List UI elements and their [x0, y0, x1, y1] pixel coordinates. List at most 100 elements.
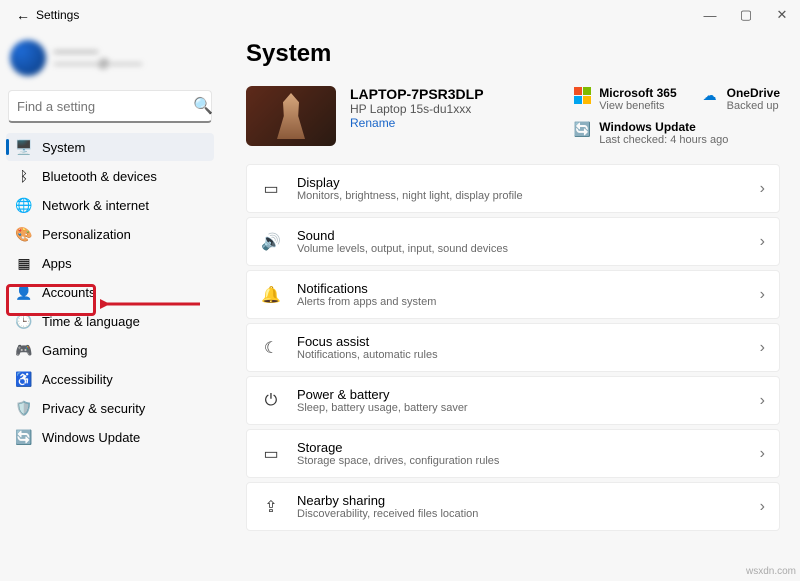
sidebar-item-network-internet[interactable]: 🌐 Network & internet [6, 191, 214, 219]
settings-card-storage[interactable]: ▭ StorageStorage space, drives, configura… [246, 429, 780, 478]
search-input[interactable] [17, 99, 193, 114]
sidebar-item-label: Apps [42, 256, 72, 271]
sidebar-item-personalization[interactable]: 🎨 Personalization [6, 220, 214, 248]
ms365-sub: View benefits [599, 100, 676, 112]
card-title: Notifications [297, 281, 744, 296]
update-sub: Last checked: 4 hours ago [599, 134, 728, 146]
nav-icon: 🌐 [16, 197, 32, 213]
sidebar-item-label: Privacy & security [42, 401, 145, 416]
sidebar-item-accounts[interactable]: 👤 Accounts [6, 278, 214, 306]
sidebar-item-bluetooth-devices[interactable]: ᛒ Bluetooth & devices [6, 162, 214, 190]
main-panel: System LAPTOP-7PSR3DLP HP Laptop 15s-du1… [220, 30, 800, 581]
onedrive-icon: ☁ [701, 86, 719, 104]
card-icon: 🔊 [261, 232, 281, 252]
sidebar-item-label: Accessibility [42, 372, 113, 387]
sidebar-item-privacy-security[interactable]: 🛡️ Privacy & security [6, 394, 214, 422]
sidebar-item-system[interactable]: 🖥️ System [6, 133, 214, 161]
nav-icon: ᛒ [16, 168, 32, 184]
card-subtitle: Sleep, battery usage, battery saver [297, 402, 744, 414]
onedrive-label: OneDrive [727, 86, 780, 100]
ms365-icon [573, 86, 591, 104]
sidebar-item-label: Personalization [42, 227, 131, 242]
window-title: Settings [36, 8, 692, 22]
card-icon: ⏻ [261, 392, 281, 410]
chevron-right-icon: › [760, 445, 765, 463]
settings-card-power-battery[interactable]: ⏻Power & batterySleep, battery usage, ba… [246, 376, 780, 425]
sidebar-item-apps[interactable]: ▦ Apps [6, 249, 214, 277]
settings-card-display[interactable]: ▭ DisplayMonitors, brightness, night ligh… [246, 164, 780, 213]
titlebar: ← Settings — ▢ ✕ [0, 0, 800, 30]
settings-card-sound[interactable]: 🔊 SoundVolume levels, output, input, soun… [246, 217, 780, 266]
status-onedrive[interactable]: ☁ OneDriveBacked up [701, 86, 780, 112]
nav-icon: ♿ [16, 371, 32, 387]
nav-icon: 🎮 [16, 342, 32, 358]
sidebar-item-label: Time & language [42, 314, 140, 329]
status-update[interactable]: 🔄 Windows UpdateLast checked: 4 hours ag… [573, 120, 780, 146]
card-icon: ▭ [261, 179, 281, 199]
card-subtitle: Monitors, brightness, night light, displ… [297, 190, 744, 202]
update-label: Windows Update [599, 120, 728, 134]
close-button[interactable]: ✕ [764, 7, 800, 23]
search-icon: 🔍 [193, 96, 213, 116]
chevron-right-icon: › [760, 392, 765, 410]
chevron-right-icon: › [760, 180, 765, 198]
sidebar-item-accessibility[interactable]: ♿ Accessibility [6, 365, 214, 393]
chevron-right-icon: › [760, 233, 765, 251]
chevron-right-icon: › [760, 498, 765, 516]
card-subtitle: Storage space, drives, configuration rul… [297, 455, 744, 467]
ms365-label: Microsoft 365 [599, 86, 676, 100]
nav-icon: 🔄 [16, 429, 32, 445]
profile-email: ————@——— [54, 58, 142, 70]
profile-name: ———— [54, 46, 142, 58]
minimize-button[interactable]: — [692, 8, 728, 23]
card-subtitle: Alerts from apps and system [297, 296, 744, 308]
sidebar-item-label: System [42, 140, 85, 155]
chevron-right-icon: › [760, 286, 765, 304]
sidebar-item-label: Windows Update [42, 430, 140, 445]
card-icon: ⇪ [261, 497, 281, 517]
status-ms365[interactable]: Microsoft 365View benefits [573, 86, 676, 112]
sidebar-item-gaming[interactable]: 🎮 Gaming [6, 336, 214, 364]
sidebar-item-label: Accounts [42, 285, 95, 300]
device-hero-tile [246, 86, 336, 146]
sidebar-item-time-language[interactable]: 🕒 Time & language [6, 307, 214, 335]
chevron-right-icon: › [760, 339, 765, 357]
card-icon: ▭ [261, 444, 281, 464]
device-name: LAPTOP-7PSR3DLP [350, 86, 484, 102]
update-icon: 🔄 [573, 120, 591, 138]
sidebar-item-label: Bluetooth & devices [42, 169, 157, 184]
card-title: Sound [297, 228, 744, 243]
device-model: HP Laptop 15s-du1xxx [350, 102, 484, 116]
card-subtitle: Discoverability, received files location [297, 508, 744, 520]
nav-icon: 🛡️ [16, 400, 32, 416]
nav-icon: ▦ [16, 255, 32, 271]
nav-icon: 🖥️ [16, 139, 32, 155]
nav-icon: 🕒 [16, 313, 32, 329]
sidebar: ———— ————@——— 🔍 🖥️ System ᛒ Bluetooth & dev… [0, 30, 220, 581]
status-grid: Microsoft 365View benefits ☁ OneDriveBac… [573, 86, 780, 146]
settings-card-notifications[interactable]: 🔔 NotificationsAlerts from apps and syste… [246, 270, 780, 319]
settings-card-nearby-sharing[interactable]: ⇪ Nearby sharingDiscoverability, received… [246, 482, 780, 531]
card-title: Display [297, 175, 744, 190]
settings-card-focus-assist[interactable]: ☾Focus assistNotifications, automatic ru… [246, 323, 780, 372]
card-icon: ☾ [261, 338, 281, 358]
card-subtitle: Volume levels, output, input, sound devi… [297, 243, 744, 255]
rename-link[interactable]: Rename [350, 116, 484, 130]
sidebar-item-label: Network & internet [42, 198, 149, 213]
avatar [10, 40, 46, 76]
profile-block[interactable]: ———— ————@——— [6, 36, 214, 86]
page-title: System [246, 40, 780, 68]
card-title: Focus assist [297, 334, 744, 349]
sidebar-item-windows-update[interactable]: 🔄 Windows Update [6, 423, 214, 451]
card-icon: 🔔 [261, 285, 281, 305]
search-box[interactable]: 🔍 [8, 90, 212, 123]
nav-icon: 🎨 [16, 226, 32, 242]
maximize-button[interactable]: ▢ [728, 7, 764, 23]
back-button[interactable]: ← [10, 7, 36, 23]
watermark: wsxdn.com [746, 566, 796, 577]
card-title: Storage [297, 440, 744, 455]
sidebar-item-label: Gaming [42, 343, 88, 358]
card-title: Nearby sharing [297, 493, 744, 508]
nav-icon: 👤 [16, 284, 32, 300]
onedrive-sub: Backed up [727, 100, 780, 112]
